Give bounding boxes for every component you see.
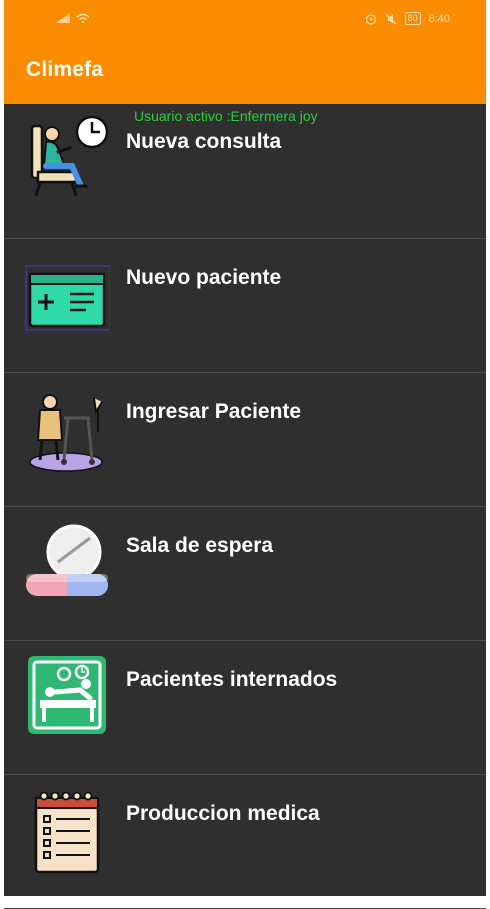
- menu-item-label: Nuevo paciente: [126, 266, 282, 289]
- menu-item-label: Pacientes internados: [126, 668, 338, 691]
- menu-item-nuevo-paciente[interactable]: Nuevo paciente: [4, 238, 486, 373]
- waiting-patient-icon: [30, 115, 109, 197]
- menu-item-label: Sala de espera: [126, 534, 274, 557]
- notepad-icon: [34, 791, 100, 874]
- menu-item-label: Nueva consulta: [126, 130, 282, 153]
- app-title: Climefa: [26, 58, 104, 81]
- hospital-bed-icon: [28, 656, 106, 734]
- menu-item-produccion-medica[interactable]: Produccion medica: [4, 774, 486, 909]
- pill-icon: [26, 524, 108, 596]
- alarm-icon: [365, 13, 376, 25]
- menu-item-sala-de-espera[interactable]: Sala de espera: [4, 506, 486, 641]
- status-right: 80 8:40: [365, 12, 450, 25]
- wifi-icon: [76, 13, 90, 23]
- menu-item-label: Produccion medica: [126, 802, 320, 825]
- menu-item-pacientes-internados[interactable]: Pacientes internados: [4, 640, 486, 775]
- clock: 8:40: [428, 12, 450, 25]
- walker-patient-icon: [29, 394, 103, 472]
- medical-card-icon: [25, 265, 110, 331]
- status-bar: 80 8:40: [4, 0, 486, 36]
- app-bar: 80 8:40 Climefa: [4, 0, 486, 104]
- menu-item-ingresar-paciente[interactable]: Ingresar Paciente: [4, 372, 486, 507]
- signal-icon: [56, 13, 70, 23]
- battery-level: 80: [407, 13, 418, 23]
- status-left: [56, 13, 90, 23]
- menu-item-nueva-consulta[interactable]: Nueva consulta: [4, 104, 486, 239]
- mute-icon: [385, 13, 396, 24]
- active-user-status: Usuario activo :Enfermera joy: [134, 108, 318, 124]
- battery-icon: 80: [404, 12, 421, 25]
- menu-item-label: Ingresar Paciente: [126, 400, 302, 423]
- app-screen: 80 8:40 Climefa Nueva consulta Nuevo pac…: [4, 0, 486, 909]
